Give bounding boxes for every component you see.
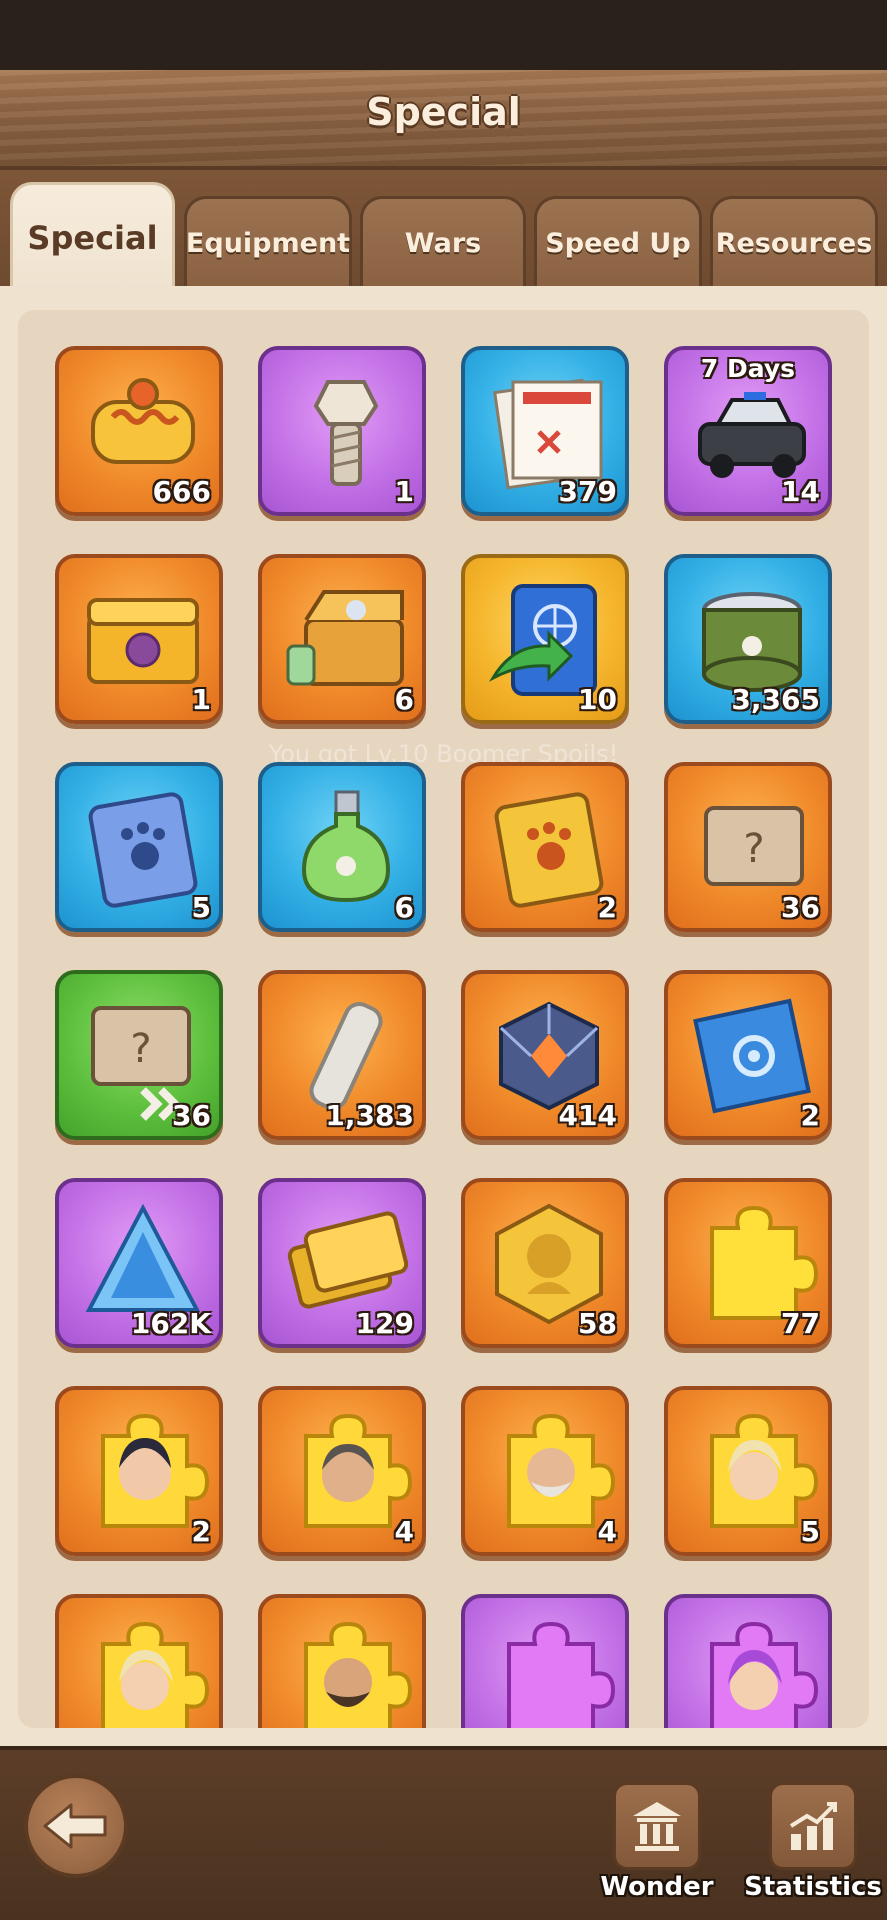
item-count: 36 — [781, 891, 820, 924]
inventory-item[interactable] — [258, 1594, 426, 1728]
tab-special[interactable]: Special — [10, 182, 175, 290]
item-count: 10 — [578, 683, 617, 716]
item-count: 6 — [394, 891, 414, 924]
inventory-item[interactable]: ? 36 — [55, 970, 223, 1140]
inventory-item[interactable]: ? 36 — [664, 762, 832, 932]
item-count: 2 — [597, 891, 617, 924]
hero-shard-blonde-woman-icon — [101, 1621, 210, 1728]
tab-wars[interactable]: Wars — [360, 196, 526, 288]
item-count: 77 — [781, 1307, 820, 1340]
wonder-label: Wonder — [600, 1872, 714, 1902]
item-count: 2 — [800, 1099, 820, 1132]
item-count: 36 — [172, 1099, 211, 1132]
svg-text:?: ? — [130, 1026, 151, 1072]
tab-resources[interactable]: Resources — [710, 196, 878, 288]
item-count: 666 — [152, 475, 211, 508]
back-arrow-icon — [43, 1803, 107, 1849]
item-count: 379 — [558, 475, 617, 508]
item-count: 58 — [578, 1307, 617, 1340]
item-count: 6 — [394, 683, 414, 716]
inventory-item[interactable]: 414 — [461, 970, 629, 1140]
item-count: 2 — [191, 1515, 211, 1548]
item-count: 3,365 — [731, 683, 820, 716]
wonder-icon — [633, 1802, 681, 1851]
wonder-button[interactable] — [613, 1782, 701, 1870]
statistics-button[interactable] — [769, 1782, 857, 1870]
item-count: 4 — [597, 1515, 617, 1548]
inventory-item[interactable]: 6 — [258, 554, 426, 724]
inventory-item[interactable]: 162K — [55, 1178, 223, 1348]
item-grid[interactable]: You got Lv.10 Boomer Spoils! 666 1 379 7 Da… — [18, 310, 869, 1728]
item-count: 4 — [394, 1515, 414, 1548]
inventory-item[interactable]: 5 — [55, 762, 223, 932]
inventory-item[interactable]: 3,365 — [664, 554, 832, 724]
hero-shard-bearded-man-icon — [304, 1621, 413, 1728]
status-bar — [0, 0, 887, 70]
inventory-item[interactable]: 7 Days 14 — [664, 346, 832, 516]
svg-text:?: ? — [743, 826, 764, 872]
item-duration-tag: 7 Days — [700, 354, 796, 383]
inventory-item[interactable]: 4 — [258, 1386, 426, 1556]
page-title: Special — [366, 90, 521, 134]
item-count: 1 — [191, 683, 211, 716]
inventory-item[interactable]: 6 — [258, 762, 426, 932]
item-count: 414 — [558, 1099, 617, 1132]
item-count: 5 — [800, 1515, 820, 1548]
inventory-item[interactable]: 10 — [461, 554, 629, 724]
inventory-item[interactable]: 1 — [55, 554, 223, 724]
header: Special — [0, 70, 887, 170]
inventory-item[interactable]: 77 — [664, 1178, 832, 1348]
tab-speed-up[interactable]: Speed Up — [534, 196, 702, 288]
inventory-item[interactable]: 666 — [55, 346, 223, 516]
item-count: 1 — [394, 475, 414, 508]
inventory-item[interactable]: 4 — [461, 1386, 629, 1556]
inventory-item[interactable]: 58 — [461, 1178, 629, 1348]
statistics-label: Statistics — [744, 1872, 882, 1902]
statistics-icon — [789, 1802, 837, 1850]
inventory-item[interactable] — [461, 1594, 629, 1728]
inventory-item[interactable]: 5 — [664, 1386, 832, 1556]
item-count: 14 — [781, 475, 820, 508]
item-count: 129 — [355, 1307, 414, 1340]
inventory-item[interactable] — [664, 1594, 832, 1728]
purple-puzzle-piece-icon — [507, 1621, 616, 1728]
item-count: 1,383 — [325, 1099, 414, 1132]
inventory-item[interactable]: 379 — [461, 346, 629, 516]
item-count: 5 — [191, 891, 211, 924]
hero-shard-purple-hair-icon — [710, 1621, 819, 1728]
tab-equipment[interactable]: Equipment — [184, 196, 352, 288]
inventory-item[interactable] — [55, 1594, 223, 1728]
back-button[interactable] — [24, 1774, 128, 1878]
inventory-item[interactable]: 2 — [461, 762, 629, 932]
inventory-item[interactable]: 129 — [258, 1178, 426, 1348]
inventory-item[interactable]: 2 — [664, 970, 832, 1140]
inventory-item[interactable]: 1,383 — [258, 970, 426, 1140]
item-count: 162K — [130, 1307, 211, 1340]
inventory-item[interactable]: 2 — [55, 1386, 223, 1556]
inventory-item[interactable]: 1 — [258, 346, 426, 516]
